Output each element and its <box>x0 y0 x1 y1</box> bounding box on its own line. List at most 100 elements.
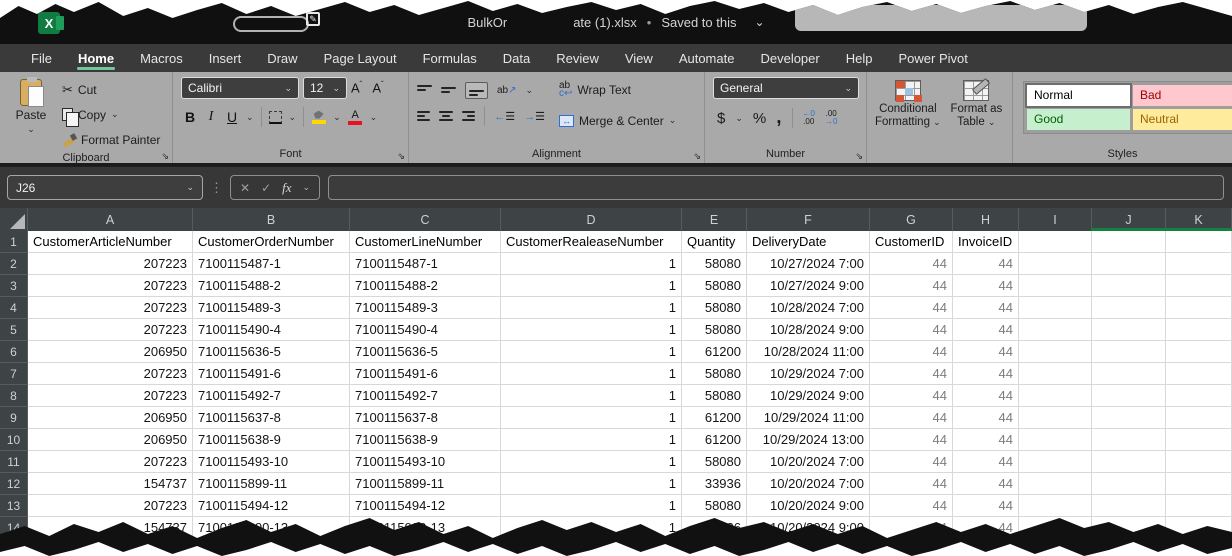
row-header-10[interactable]: 10 <box>0 429 28 451</box>
cell-I6[interactable] <box>1019 341 1092 363</box>
row-header-2[interactable]: 2 <box>0 253 28 275</box>
tab-view[interactable]: View <box>612 44 666 72</box>
cell-B4[interactable]: 7100115489-3 <box>193 297 350 319</box>
chevron-down-icon[interactable]: ⌄ <box>735 113 743 124</box>
cell-E9[interactable]: 61200 <box>682 407 747 429</box>
cell-G3[interactable]: 44 <box>870 275 953 297</box>
cell-I9[interactable] <box>1019 407 1092 429</box>
column-header-f[interactable]: F <box>747 208 870 231</box>
cell-A9[interactable]: 206950 <box>28 407 193 429</box>
cell-A7[interactable]: 207223 <box>28 363 193 385</box>
cell-B3[interactable]: 7100115488-2 <box>193 275 350 297</box>
chevron-down-icon[interactable]: ⌄ <box>333 112 341 123</box>
cell-F9[interactable]: 10/29/2024 11:00 <box>747 407 870 429</box>
cell-J6[interactable] <box>1092 341 1166 363</box>
cell-I13[interactable] <box>1019 495 1092 517</box>
cell-I10[interactable] <box>1019 429 1092 451</box>
align-left-button[interactable] <box>417 111 430 122</box>
column-header-k[interactable]: K <box>1166 208 1232 231</box>
row-header-8[interactable]: 8 <box>0 385 28 407</box>
decrease-decimal-button[interactable]: .00→0 <box>825 110 837 126</box>
cell-J9[interactable] <box>1092 407 1166 429</box>
cell-A8[interactable]: 207223 <box>28 385 193 407</box>
copy-button[interactable]: Copy ⌄ <box>62 102 160 127</box>
insert-function-icon[interactable]: fx <box>282 180 291 196</box>
style-chip-good[interactable]: Good <box>1027 109 1130 130</box>
align-center-button[interactable] <box>439 111 452 122</box>
cell-D3[interactable]: 1 <box>501 275 682 297</box>
paste-button[interactable]: Paste ⌄ <box>8 77 54 152</box>
cell-J8[interactable] <box>1092 385 1166 407</box>
cell-D1[interactable]: CustomerRealeaseNumber <box>501 231 682 253</box>
cell-D12[interactable]: 1 <box>501 473 682 495</box>
cell-J12[interactable] <box>1092 473 1166 495</box>
cell-K9[interactable] <box>1166 407 1232 429</box>
tab-automate[interactable]: Automate <box>666 44 748 72</box>
row-header-11[interactable]: 11 <box>0 451 28 473</box>
cell-I3[interactable] <box>1019 275 1092 297</box>
cell-B1[interactable]: CustomerOrderNumber <box>193 231 350 253</box>
clipboard-dialog-launcher[interactable]: ⇘ <box>161 152 169 161</box>
alignment-dialog-launcher[interactable]: ⇘ <box>693 152 701 161</box>
cell-I11[interactable] <box>1019 451 1092 473</box>
row-header-3[interactable]: 3 <box>0 275 28 297</box>
middle-align-button[interactable] <box>441 85 456 96</box>
font-color-button[interactable]: A <box>348 110 363 125</box>
cell-B2[interactable]: 7100115487-1 <box>193 253 350 275</box>
italic-button[interactable]: I <box>204 109 218 125</box>
cell-H13[interactable]: 44 <box>953 495 1019 517</box>
cell-K5[interactable] <box>1166 319 1232 341</box>
underline-button[interactable]: U <box>225 109 239 125</box>
cell-A3[interactable]: 207223 <box>28 275 193 297</box>
cell-D8[interactable]: 1 <box>501 385 682 407</box>
column-header-e[interactable]: E <box>682 208 747 231</box>
column-header-d[interactable]: D <box>501 208 682 231</box>
cell-J3[interactable] <box>1092 275 1166 297</box>
cell-K4[interactable] <box>1166 297 1232 319</box>
currency-button[interactable]: $ <box>717 110 725 127</box>
cell-I4[interactable] <box>1019 297 1092 319</box>
cell-K7[interactable] <box>1166 363 1232 385</box>
cell-G2[interactable]: 44 <box>870 253 953 275</box>
cell-K8[interactable] <box>1166 385 1232 407</box>
cell-I1[interactable] <box>1019 231 1092 253</box>
select-all-button[interactable] <box>0 208 28 231</box>
cell-F10[interactable]: 10/29/2024 13:00 <box>747 429 870 451</box>
cell-G9[interactable]: 44 <box>870 407 953 429</box>
cell-J11[interactable] <box>1092 451 1166 473</box>
cell-C2[interactable]: 7100115487-1 <box>350 253 501 275</box>
cell-A1[interactable]: CustomerArticleNumber <box>28 231 193 253</box>
cell-B7[interactable]: 7100115491-6 <box>193 363 350 385</box>
cell-F8[interactable]: 10/29/2024 9:00 <box>747 385 870 407</box>
cell-F2[interactable]: 10/27/2024 7:00 <box>747 253 870 275</box>
cell-J10[interactable] <box>1092 429 1166 451</box>
cell-G8[interactable]: 44 <box>870 385 953 407</box>
row-header-5[interactable]: 5 <box>0 319 28 341</box>
cell-E3[interactable]: 58080 <box>682 275 747 297</box>
tab-developer[interactable]: Developer <box>747 44 832 72</box>
fill-color-button[interactable] <box>311 111 326 124</box>
row-header-13[interactable]: 13 <box>0 495 28 517</box>
cell-D9[interactable]: 1 <box>501 407 682 429</box>
cell-B11[interactable]: 7100115493-10 <box>193 451 350 473</box>
cell-B6[interactable]: 7100115636-5 <box>193 341 350 363</box>
number-format-combo[interactable]: General ⌄ <box>713 77 859 99</box>
cell-A5[interactable]: 207223 <box>28 319 193 341</box>
cell-K11[interactable] <box>1166 451 1232 473</box>
cell-F4[interactable]: 10/28/2024 7:00 <box>747 297 870 319</box>
cell-K2[interactable] <box>1166 253 1232 275</box>
cell-E6[interactable]: 61200 <box>682 341 747 363</box>
cell-F5[interactable]: 10/28/2024 9:00 <box>747 319 870 341</box>
name-box[interactable]: J26 ⌄ <box>7 175 203 200</box>
cell-K3[interactable] <box>1166 275 1232 297</box>
column-header-g[interactable]: G <box>870 208 953 231</box>
tab-file[interactable]: File <box>18 44 65 72</box>
cell-E8[interactable]: 58080 <box>682 385 747 407</box>
cell-B12[interactable]: 7100115899-11 <box>193 473 350 495</box>
cell-A4[interactable]: 207223 <box>28 297 193 319</box>
cell-G4[interactable]: 44 <box>870 297 953 319</box>
format-painter-button[interactable]: Format Painter <box>62 127 160 152</box>
decrease-font-size-button[interactable]: Aˇ <box>372 80 389 95</box>
row-header-12[interactable]: 12 <box>0 473 28 495</box>
cell-J13[interactable] <box>1092 495 1166 517</box>
